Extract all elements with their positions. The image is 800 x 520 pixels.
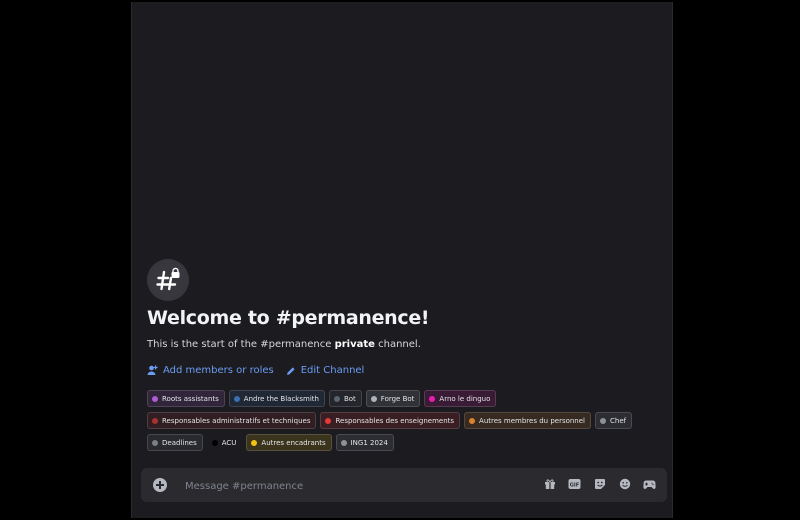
channel-roles: Roots assistants Andre the Blacksmith Bot F…: [147, 390, 647, 456]
private-channel-icon: [147, 259, 189, 301]
role-chip[interactable]: Arno le dinguo: [424, 390, 497, 407]
role-chip[interactable]: Forge Bot: [365, 390, 421, 407]
role-label: Responsables des enseignements: [335, 416, 455, 425]
role-label: Bot: [343, 394, 356, 403]
channel-welcome: Welcome to #permanence! This is the star…: [147, 259, 659, 456]
role-color-dot: [325, 417, 332, 424]
add-members-button[interactable]: Add members or roles: [147, 365, 274, 376]
chat-window: Welcome to #permanence! This is the star…: [131, 2, 673, 518]
role-color-dot: [429, 395, 436, 402]
role-label: Autres encadrants: [261, 438, 326, 447]
role-label: Forge Bot: [380, 394, 415, 403]
add-members-label: Add members or roles: [163, 365, 274, 376]
role-color-dot: [251, 439, 258, 446]
edit-channel-button[interactable]: Edit Channel: [286, 365, 365, 376]
role-chip[interactable]: Bot: [328, 390, 362, 407]
message-composer: GIF: [141, 468, 667, 502]
apps-icon[interactable]: [643, 477, 656, 491]
welcome-title: Welcome to #permanence!: [147, 307, 430, 329]
role-color-dot: [333, 395, 340, 402]
emoji-icon[interactable]: [618, 477, 631, 491]
role-color-dot: [469, 417, 476, 424]
welcome-subtitle-private: private: [334, 339, 375, 350]
welcome-subtitle: This is the start of the #permanence pri…: [147, 339, 659, 350]
role-label: Responsables administratifs et technique…: [162, 416, 311, 425]
message-input[interactable]: [183, 476, 517, 496]
role-chip[interactable]: Responsables des enseignements: [320, 412, 461, 429]
edit-channel-label: Edit Channel: [300, 365, 365, 376]
role-label: Deadlines: [162, 438, 197, 447]
role-chip[interactable]: Chef: [595, 412, 633, 429]
channel-actions: Add members or roles Edit Channel: [147, 365, 659, 376]
role-color-dot: [600, 417, 606, 424]
role-color-dot: [340, 439, 347, 446]
pencil-icon: [286, 366, 295, 375]
role-chip[interactable]: ACU: [207, 434, 243, 451]
role-chip[interactable]: Autres membres du personnel: [464, 412, 591, 429]
role-chip[interactable]: Roots assistants: [147, 390, 225, 407]
svg-text:GIF: GIF: [570, 482, 579, 488]
role-label: Chef: [610, 416, 627, 425]
role-label: Autres membres du personnel: [479, 416, 585, 425]
role-color-dot: [211, 439, 218, 446]
role-label: Arno le dinguo: [439, 394, 491, 403]
role-color-dot: [152, 395, 158, 402]
role-label: ING1 2024: [350, 438, 388, 447]
gift-icon[interactable]: [543, 477, 556, 491]
role-chip[interactable]: Responsables administratifs et technique…: [147, 412, 317, 429]
role-chip[interactable]: Andre the Blacksmith: [228, 390, 325, 407]
sticker-icon[interactable]: [593, 477, 606, 491]
add-attachment-icon[interactable]: [153, 478, 167, 492]
role-color-dot: [233, 395, 240, 402]
role-label: Roots assistants: [162, 394, 219, 403]
role-chip[interactable]: ING1 2024: [335, 434, 394, 451]
role-color-dot: [152, 417, 158, 424]
composer-tools: GIF: [543, 477, 656, 491]
add-member-icon: [147, 365, 158, 375]
role-chip[interactable]: Deadlines: [147, 434, 203, 451]
role-chip[interactable]: Autres encadrants: [246, 434, 332, 451]
role-label: ACU: [221, 438, 237, 447]
role-label: Andre the Blacksmith: [243, 394, 319, 403]
welcome-subtitle-end: channel.: [374, 339, 421, 350]
gif-icon[interactable]: GIF: [568, 477, 581, 491]
role-color-dot: [370, 395, 377, 402]
welcome-subtitle-start: This is the start of the #permanence: [147, 339, 335, 350]
role-color-dot: [152, 439, 158, 446]
